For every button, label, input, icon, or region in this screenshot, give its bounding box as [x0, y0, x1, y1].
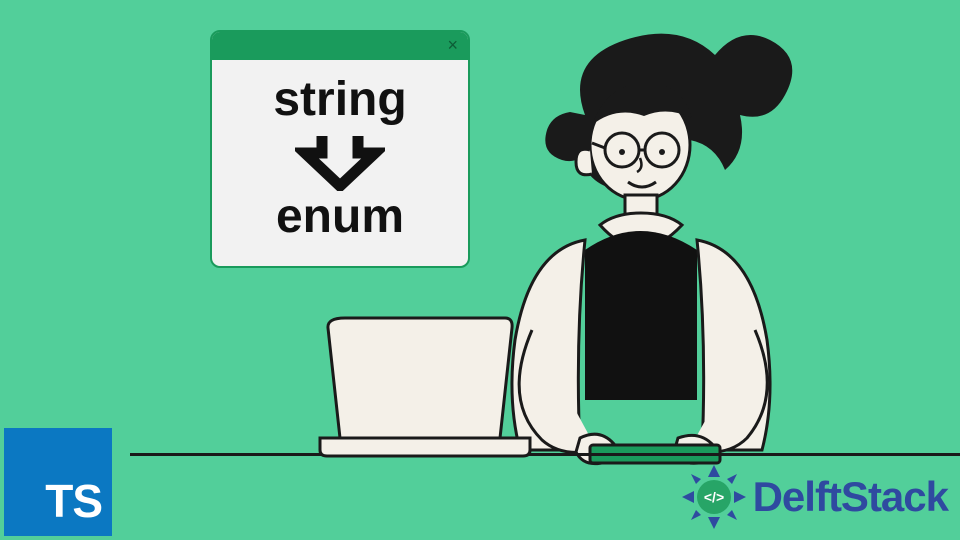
down-arrow-icon — [295, 131, 385, 191]
window-titlebar: × — [212, 32, 468, 60]
typescript-badge-text: TS — [45, 474, 102, 528]
typescript-badge: TS — [4, 428, 112, 536]
laptop-illustration — [305, 310, 545, 460]
window-body: string enum — [212, 60, 468, 266]
delftstack-brand: </> DelftStack — [679, 462, 948, 532]
svg-text:</>: </> — [703, 489, 723, 505]
label-enum: enum — [220, 191, 460, 244]
code-window-card: × string enum — [210, 30, 470, 268]
label-string: string — [220, 74, 460, 127]
delftstack-logo-icon: </> — [679, 462, 749, 532]
desk-line — [130, 453, 960, 456]
delftstack-brand-text: DelftStack — [753, 473, 948, 521]
